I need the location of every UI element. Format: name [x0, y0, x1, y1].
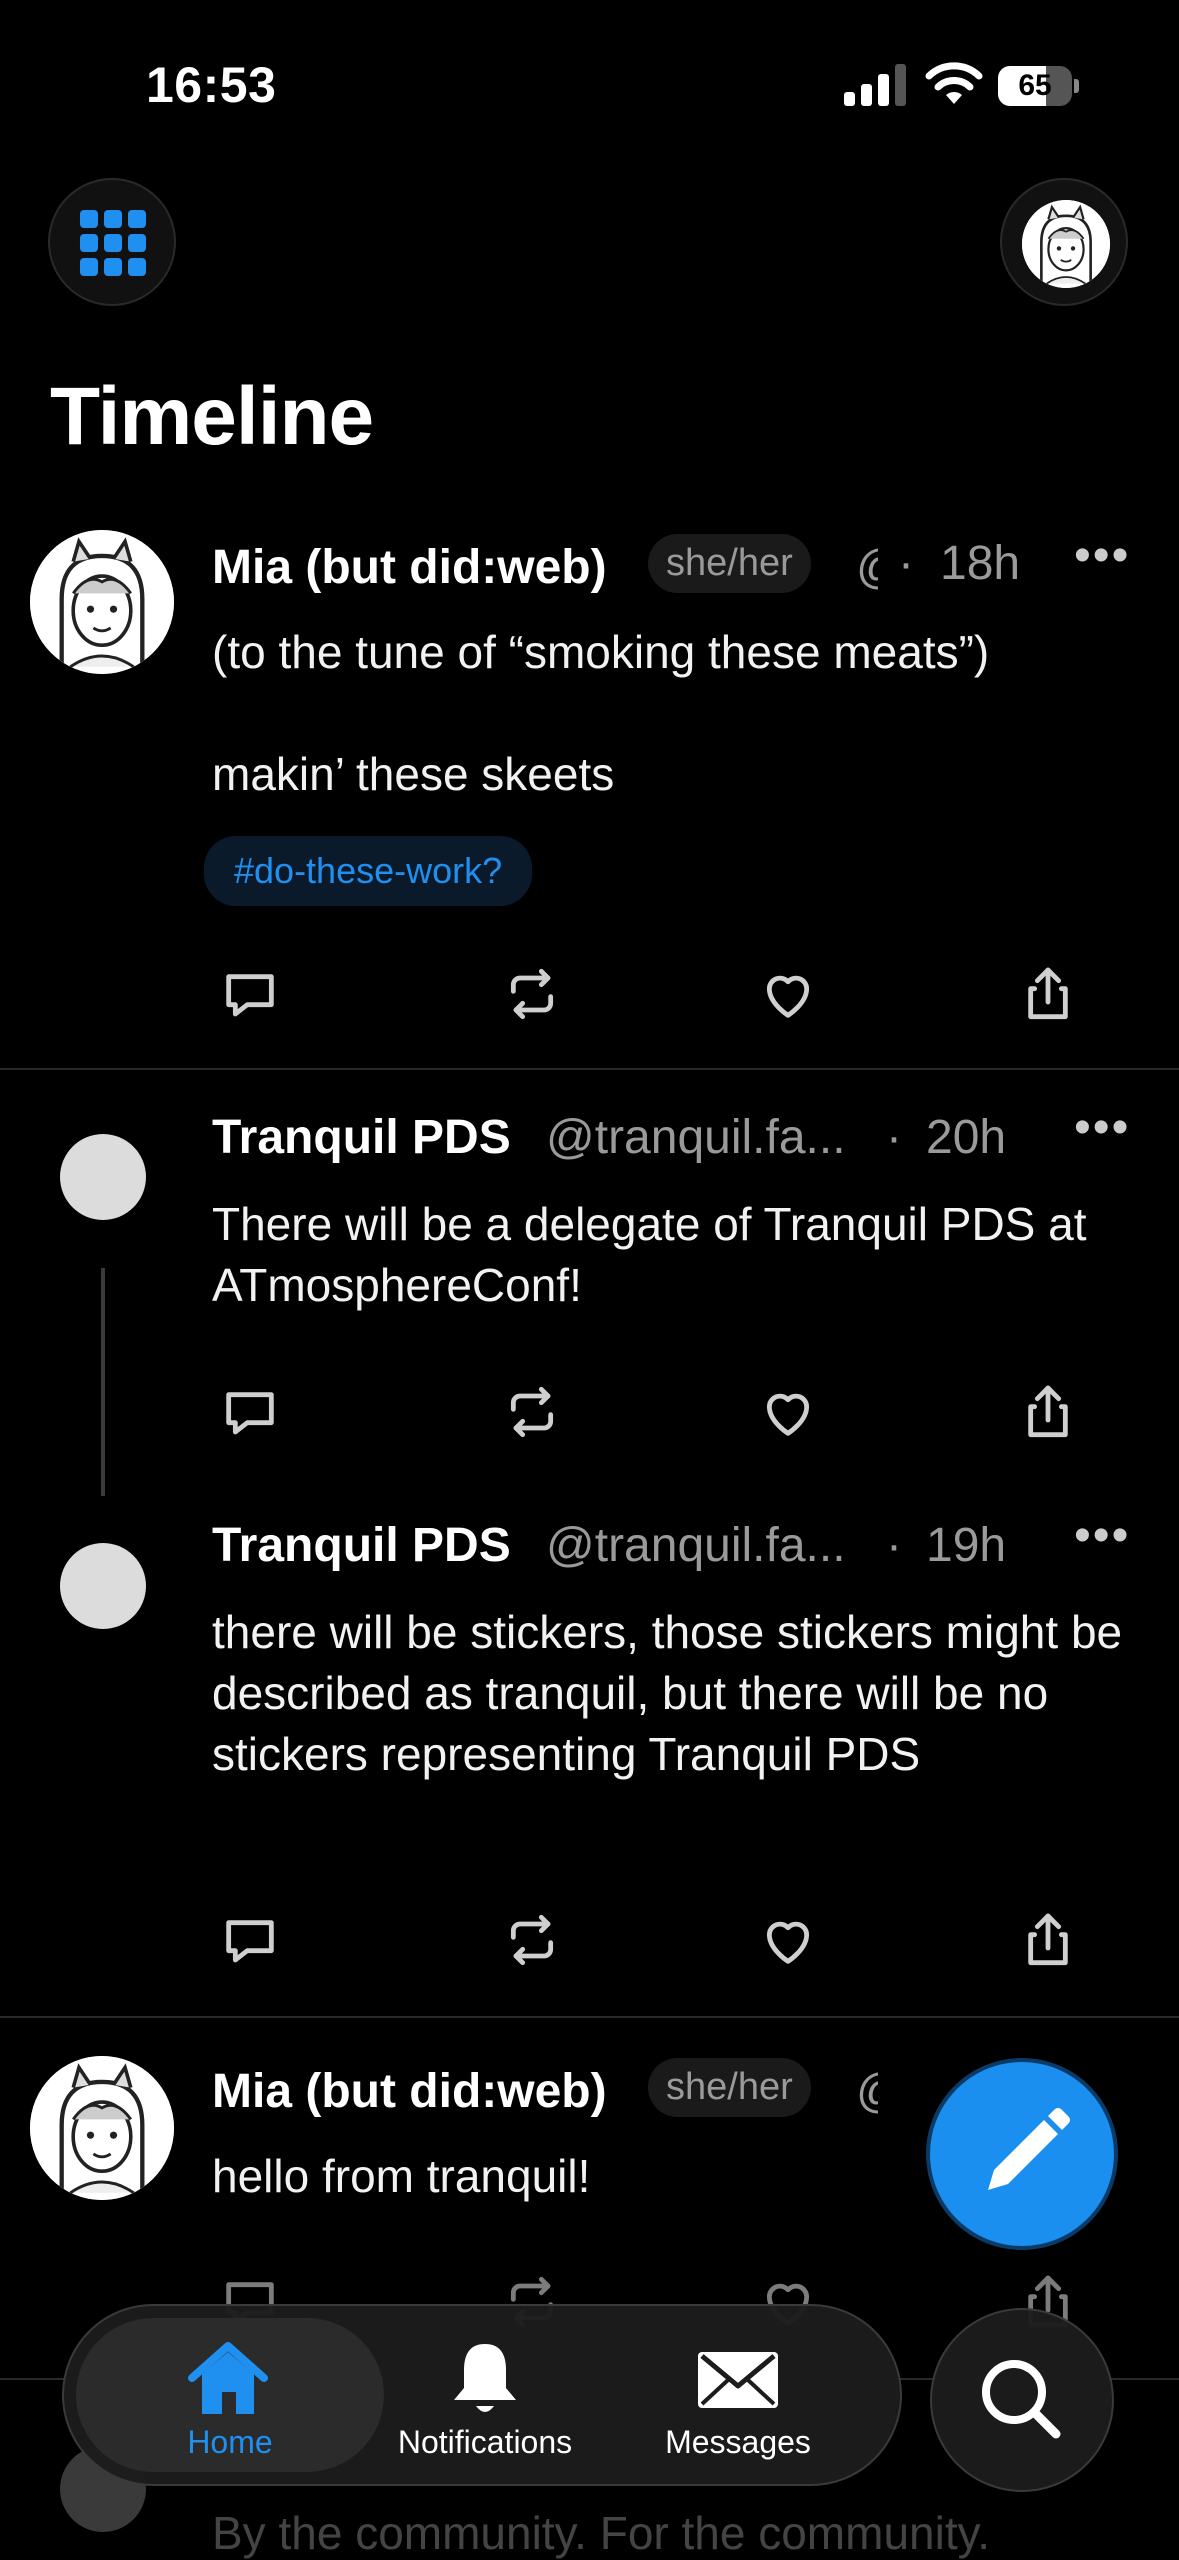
home-icon	[188, 2342, 268, 2414]
grid-icon	[80, 210, 146, 276]
more-options-icon[interactable]: •••	[1074, 528, 1130, 583]
search-button[interactable]	[930, 2308, 1114, 2492]
post-divider	[0, 2016, 1179, 2018]
pronouns-badge: she/her	[648, 534, 811, 593]
search-icon	[982, 2360, 1061, 2439]
share-icon[interactable]	[1016, 1380, 1080, 1444]
thread-line	[101, 1268, 105, 1496]
repost-icon[interactable]	[500, 962, 564, 1026]
like-icon[interactable]	[756, 962, 820, 1026]
share-icon[interactable]	[1016, 1908, 1080, 1972]
bell-icon	[454, 2344, 516, 2412]
hashtag-link[interactable]: #do-these-work?	[204, 836, 533, 906]
avatar	[1022, 200, 1110, 288]
post-text: There will be a delegate of Tranquil PDS…	[212, 1198, 1087, 1311]
tab-label-home: Home	[187, 2424, 273, 2460]
post-author-name[interactable]: Mia (but did:web)	[212, 2064, 607, 2119]
post-dot-separator: ·	[886, 1519, 902, 1572]
post-divider	[0, 1068, 1179, 1070]
post-time: 20h	[926, 1111, 1007, 1164]
envelope-icon	[698, 2352, 778, 2408]
page-title: Timeline	[50, 371, 374, 462]
post-author-name[interactable]: Mia (but did:web)	[212, 540, 607, 595]
post-handle[interactable]: @tranquil.fa...	[546, 1110, 846, 1165]
like-icon[interactable]	[756, 1380, 820, 1444]
avatar[interactable]	[30, 2056, 174, 2200]
share-icon[interactable]	[1016, 962, 1080, 1026]
post-time: 19h	[926, 1519, 1007, 1572]
profile-button[interactable]	[1000, 178, 1128, 306]
more-options-icon[interactable]: •••	[1074, 1100, 1130, 1155]
avatar[interactable]	[60, 1134, 146, 1220]
post-text: hello from tranquil!	[212, 2150, 591, 2202]
post-text: makin’ these skeets	[212, 748, 615, 800]
post-text: there will be stickers, those stickers m…	[212, 1606, 1123, 1780]
post-text: (to the tune of “smoking these meats”)	[212, 626, 990, 678]
compose-button[interactable]	[930, 2062, 1114, 2246]
reply-icon[interactable]	[218, 1380, 282, 1444]
post-author-name[interactable]: Tranquil PDS	[212, 1110, 511, 1165]
post-dot-separator: ·	[886, 1111, 902, 1164]
reply-icon[interactable]	[218, 1908, 282, 1972]
post-author-name[interactable]: Tranquil PDS	[212, 1518, 511, 1573]
like-icon[interactable]	[756, 1908, 820, 1972]
repost-icon[interactable]	[500, 1380, 564, 1444]
post-handle[interactable]: @	[856, 2064, 878, 2119]
more-options-icon[interactable]: •••	[1074, 1508, 1130, 1563]
wifi-icon	[925, 62, 983, 104]
post-dot-separator: ·	[898, 537, 914, 590]
tab-label-notifications: Notifications	[397, 2424, 573, 2460]
avatar[interactable]	[30, 530, 174, 674]
post-handle[interactable]: @tranquil.fa...	[546, 1518, 846, 1573]
post-text: By the community. For the community.	[212, 2507, 990, 2559]
pronouns-badge: she/her	[648, 2058, 811, 2117]
battery-indicator: 65	[998, 66, 1079, 106]
compose-icon	[988, 2108, 1070, 2190]
post-handle[interactable]: @	[856, 540, 878, 595]
tab-label-messages: Messages	[665, 2424, 811, 2460]
cellular-signal-icon	[844, 64, 906, 106]
status-time: 16:53	[146, 57, 277, 113]
menu-grid-button[interactable]	[48, 178, 176, 306]
post-time: 18h	[940, 537, 1021, 590]
repost-icon[interactable]	[500, 1908, 564, 1972]
avatar[interactable]	[60, 1543, 146, 1629]
battery-percent: 65	[1018, 69, 1052, 102]
reply-icon[interactable]	[218, 962, 282, 1026]
